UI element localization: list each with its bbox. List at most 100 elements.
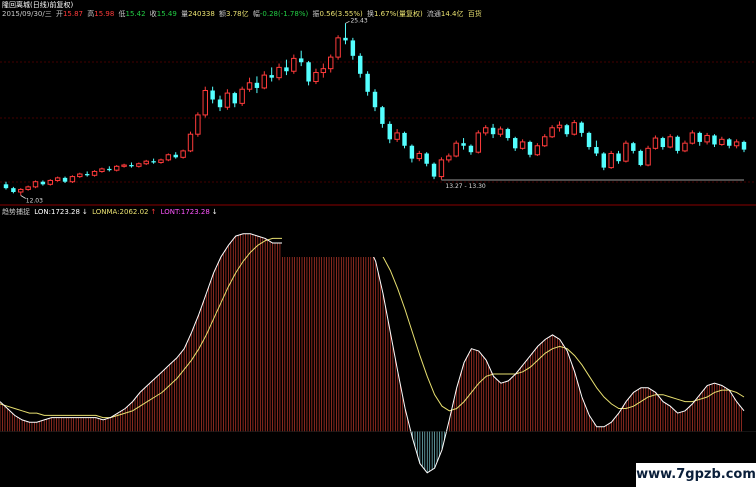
candle xyxy=(261,74,268,89)
candle xyxy=(158,159,164,163)
candle xyxy=(11,188,16,193)
candle xyxy=(689,132,696,144)
candle xyxy=(623,142,629,162)
candle xyxy=(490,127,496,135)
candle xyxy=(173,154,178,158)
candle xyxy=(350,40,356,56)
candle xyxy=(77,173,83,178)
candle xyxy=(475,132,482,153)
candle xyxy=(195,114,201,135)
candle xyxy=(121,164,127,167)
candle xyxy=(343,37,348,41)
indicator-header: 趋势捕捉 LON:1723.28 ↓ LONMA:2062.02 ↑ LONT:17… xyxy=(2,207,220,217)
candle xyxy=(564,125,570,135)
candle xyxy=(306,62,311,82)
price-info-bar: 2015/09/30/三 开15.87 高15.98 低15.42 收15.49… xyxy=(2,9,484,19)
candle xyxy=(32,181,39,188)
turnover-label: 换 xyxy=(366,10,374,18)
candle xyxy=(232,93,237,104)
candle xyxy=(113,165,120,171)
high-value: 15.98 xyxy=(94,10,115,18)
candle xyxy=(704,134,710,143)
candle xyxy=(69,176,76,183)
candle xyxy=(394,132,400,140)
chart-window: 25.43 12.03 13.27 - 13.30 隆回离城(日线)前复权) 201… xyxy=(0,0,756,487)
candle xyxy=(631,143,636,151)
peak-marker-line xyxy=(345,20,350,24)
amount-label: 额 xyxy=(219,10,227,18)
candle xyxy=(556,124,563,129)
candle xyxy=(446,155,452,161)
candle xyxy=(269,75,274,78)
candle xyxy=(438,159,445,178)
candle xyxy=(527,141,533,155)
candle xyxy=(431,163,437,177)
candle xyxy=(224,92,231,108)
low-value: 15.42 xyxy=(125,10,146,18)
change-label: 幅 xyxy=(252,10,260,18)
candle xyxy=(534,145,541,156)
candle xyxy=(579,122,584,133)
candle xyxy=(298,58,304,63)
candle xyxy=(402,132,407,146)
candle xyxy=(84,174,90,176)
candle xyxy=(416,152,422,160)
low-label: 12.03 xyxy=(26,197,43,204)
volume-value: 240338 xyxy=(188,10,215,18)
candle xyxy=(652,137,659,149)
candle xyxy=(733,141,740,147)
candle xyxy=(586,132,592,148)
candle xyxy=(638,150,643,166)
amount-value: 3.78亿 xyxy=(226,10,249,18)
candle xyxy=(645,147,651,166)
candle xyxy=(328,56,334,70)
watermark: www.7gpzb.com xyxy=(636,463,756,487)
indicator-title: 趋势捕捉 xyxy=(2,208,30,216)
candle xyxy=(727,139,732,146)
candle xyxy=(62,177,68,182)
candle xyxy=(601,153,606,168)
candle xyxy=(616,153,621,162)
candle xyxy=(25,186,31,190)
candle xyxy=(180,150,186,158)
candle xyxy=(741,141,747,150)
candle xyxy=(54,177,61,181)
candle xyxy=(254,82,260,88)
candle xyxy=(313,72,319,83)
open-value: 15.87 xyxy=(62,10,83,18)
lonma-value: 2062.02 xyxy=(119,208,149,216)
candle xyxy=(409,145,415,159)
low-label: 低 xyxy=(118,10,126,18)
candle xyxy=(453,142,459,157)
candle xyxy=(151,161,156,163)
candle xyxy=(129,165,134,167)
candle xyxy=(697,132,702,142)
lon-value: 1723.28 xyxy=(51,208,80,216)
lon-line xyxy=(0,233,745,474)
candle xyxy=(468,145,474,153)
close-label: 收 xyxy=(149,10,157,18)
candle xyxy=(276,66,282,79)
candle xyxy=(217,99,223,108)
candle xyxy=(660,138,666,148)
lonma-line xyxy=(0,237,745,419)
chart-canvas[interactable]: 25.4312.0313.27 - 13.30 xyxy=(0,0,756,487)
candle xyxy=(482,127,489,134)
candle xyxy=(571,122,577,135)
lon-label: LON: xyxy=(34,208,51,216)
candle xyxy=(47,179,53,185)
overlay-block xyxy=(282,228,400,257)
candle xyxy=(143,160,149,165)
candle xyxy=(380,107,385,124)
stock-title: 隆回离城(日线)前复权) xyxy=(2,1,74,9)
candle xyxy=(497,128,504,135)
change-value: -0.28(-1.78%) xyxy=(259,10,309,18)
candle xyxy=(335,37,341,58)
candle xyxy=(99,168,105,172)
candle xyxy=(505,129,511,139)
candle xyxy=(372,91,378,108)
candle xyxy=(202,90,208,116)
date-value: 2015/09/30/三 xyxy=(2,10,52,18)
lont-arrow-icon: ↓ xyxy=(211,208,218,216)
candle xyxy=(549,127,555,138)
